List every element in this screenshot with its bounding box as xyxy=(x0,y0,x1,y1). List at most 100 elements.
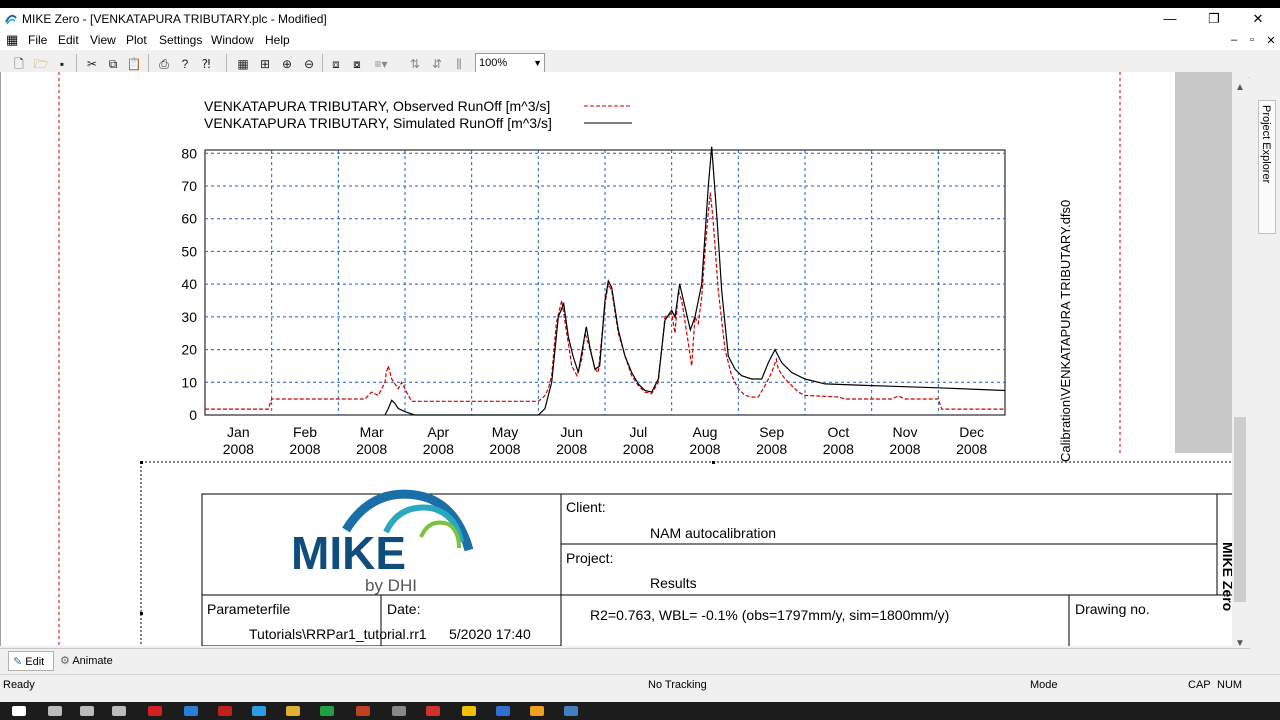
menu-file[interactable]: File xyxy=(28,33,47,47)
x-tick-year: 2008 xyxy=(489,441,520,457)
x-tick-label: Jul xyxy=(629,424,647,440)
vertical-scrollbar[interactable]: ▲ ▼ xyxy=(1232,72,1248,656)
window-title: MIKE Zero - [VENKATAPURA TRIBUTARY.plc -… xyxy=(22,12,327,26)
paste-icon[interactable]: 📋 xyxy=(125,55,143,73)
menu-plot[interactable]: Plot xyxy=(126,33,147,47)
toolbar-separator xyxy=(76,54,77,74)
status-tracking: No Tracking xyxy=(648,679,707,691)
taskbar-app-icon[interactable] xyxy=(462,706,476,716)
zoom-fit-icon[interactable]: ⊞ xyxy=(256,55,274,73)
x-tick-year: 2008 xyxy=(956,441,987,457)
date-label: Date: xyxy=(387,601,420,617)
task-view-icon[interactable] xyxy=(80,706,94,716)
side-logo-fragment: MIKE Zero xyxy=(1220,542,1232,611)
stats-text: R2=0.763, WBL= -0.1% (obs=1797mm/y, sim=… xyxy=(590,607,949,623)
y-tick-label: 40 xyxy=(181,276,197,292)
menu-bar: ▦ File Edit View Plot Settings Window He… xyxy=(0,30,1280,50)
plot-canvas[interactable]: VENKATAPURA TRIBUTARY, Observed RunOff [… xyxy=(0,72,1232,646)
taskbar-app-icon[interactable] xyxy=(184,706,198,716)
send-back-icon[interactable]: ⧇ xyxy=(348,55,366,73)
mdi-minimize-button[interactable]: – xyxy=(1226,34,1242,46)
y-tick-label: 10 xyxy=(181,374,197,390)
zoom-value: 100% xyxy=(479,57,508,69)
edit-tab-icon: ✎ xyxy=(13,656,23,668)
tab-edit[interactable]: ✎ Edit xyxy=(8,651,54,671)
menu-edit[interactable]: Edit xyxy=(58,33,79,47)
taskbar-app-icon[interactable] xyxy=(496,706,510,716)
x-tick-label: Feb xyxy=(293,424,317,440)
print-icon[interactable]: ⎙ xyxy=(155,55,173,73)
save-icon[interactable]: ▪ xyxy=(53,55,71,73)
x-tick-year: 2008 xyxy=(889,441,920,457)
mdi-close-button[interactable]: ✕ xyxy=(1263,34,1279,47)
taskbar-app-icon[interactable] xyxy=(148,706,162,716)
scroll-up-icon[interactable]: ▲ xyxy=(1232,82,1248,93)
help-icon[interactable]: ? xyxy=(176,55,194,73)
selection-handle[interactable] xyxy=(712,461,715,464)
x-tick-label: Dec xyxy=(959,424,984,440)
distribute-v-icon[interactable]: ⇅ xyxy=(406,55,424,73)
y-tick-label: 70 xyxy=(181,178,197,194)
selection-handle[interactable] xyxy=(140,612,143,615)
document-icon[interactable]: ▦ xyxy=(6,32,18,48)
align-icon[interactable]: ≡▾ xyxy=(372,55,390,73)
taskbar-app-icon[interactable] xyxy=(320,706,334,716)
client-value: NAM autocalibration xyxy=(650,525,776,541)
grid-icon[interactable]: ▦ xyxy=(234,55,252,73)
status-bar: Ready No Tracking Mode CAP NUM xyxy=(0,674,1280,694)
status-cap: CAP xyxy=(1188,679,1211,691)
taskbar-app-icon[interactable] xyxy=(112,706,126,716)
taskbar-app-icon[interactable] xyxy=(286,706,300,716)
chart-legend: VENKATAPURA TRIBUTARY, Observed RunOff [… xyxy=(204,98,632,131)
drawing-no-label: Drawing no. xyxy=(1075,601,1150,617)
search-icon[interactable] xyxy=(48,706,62,716)
context-help-icon[interactable]: ⁈ xyxy=(197,55,215,73)
mdi-restore-button[interactable]: ▫ xyxy=(1244,34,1260,46)
start-icon[interactable] xyxy=(12,706,26,716)
taskbar-app-icon[interactable] xyxy=(564,706,578,716)
open-icon[interactable]: 🗁 xyxy=(32,55,50,73)
chart-grid xyxy=(205,150,1005,415)
x-tick-label: Aug xyxy=(693,424,718,440)
new-icon[interactable]: 🗋 xyxy=(10,55,28,73)
equal-size-icon[interactable]: ⫼ xyxy=(450,55,468,73)
restore-button[interactable]: ❐ xyxy=(1192,8,1236,30)
close-button[interactable]: ✕ xyxy=(1236,8,1280,30)
project-explorer-tab[interactable]: Project Explorer xyxy=(1258,100,1276,234)
status-num: NUM xyxy=(1217,679,1243,691)
x-tick-year: 2008 xyxy=(223,441,254,457)
taskbar-app-icon[interactable] xyxy=(252,706,266,716)
bring-front-icon[interactable]: ⧈ xyxy=(327,55,345,73)
plot-svg: VENKATAPURA TRIBUTARY, Observed RunOff [… xyxy=(58,72,1232,646)
date-value: 5/2020 17:40 xyxy=(449,626,531,642)
menu-view[interactable]: View xyxy=(90,33,116,47)
series-line-simulated xyxy=(384,146,1006,416)
copy-icon[interactable]: ⧉ xyxy=(104,55,122,73)
menu-help[interactable]: Help xyxy=(265,33,290,47)
title-bar: MIKE Zero - [VENKATAPURA TRIBUTARY.plc -… xyxy=(0,8,1280,30)
zoom-in-icon[interactable]: ⊕ xyxy=(278,55,296,73)
x-tick-label: May xyxy=(492,424,518,440)
cut-icon[interactable]: ✂ xyxy=(83,55,101,73)
taskbar-app-icon[interactable] xyxy=(356,706,370,716)
zoom-out-icon[interactable]: ⊖ xyxy=(300,55,318,73)
menu-settings[interactable]: Settings xyxy=(159,33,202,47)
y-tick-label: 20 xyxy=(181,342,197,358)
toolbar-separator xyxy=(322,54,323,74)
taskbar-app-icon[interactable] xyxy=(530,706,544,716)
taskbar-app-icon[interactable] xyxy=(218,706,232,716)
menu-window[interactable]: Window xyxy=(211,33,254,47)
taskbar-app-icon[interactable] xyxy=(392,706,406,716)
tab-animate[interactable]: ⚙ Animate xyxy=(56,651,120,671)
zoom-select[interactable]: 100% ▼ xyxy=(475,53,545,73)
status-ready: Ready xyxy=(3,679,35,691)
distribute-h-icon[interactable]: ⇵ xyxy=(428,55,446,73)
minimize-button[interactable]: — xyxy=(1148,8,1192,30)
parameterfile-value: Tutorials\RRPar1_tutorial.rr1 xyxy=(249,626,427,642)
selection-handle[interactable] xyxy=(140,461,143,464)
project-explorer-label: Project Explorer xyxy=(1260,105,1272,184)
taskbar-app-icon[interactable] xyxy=(426,706,440,716)
animate-tab-icon: ⚙ xyxy=(60,655,70,667)
mike-logo: MIKE by DHI xyxy=(291,489,474,595)
scroll-thumb[interactable] xyxy=(1234,417,1246,602)
